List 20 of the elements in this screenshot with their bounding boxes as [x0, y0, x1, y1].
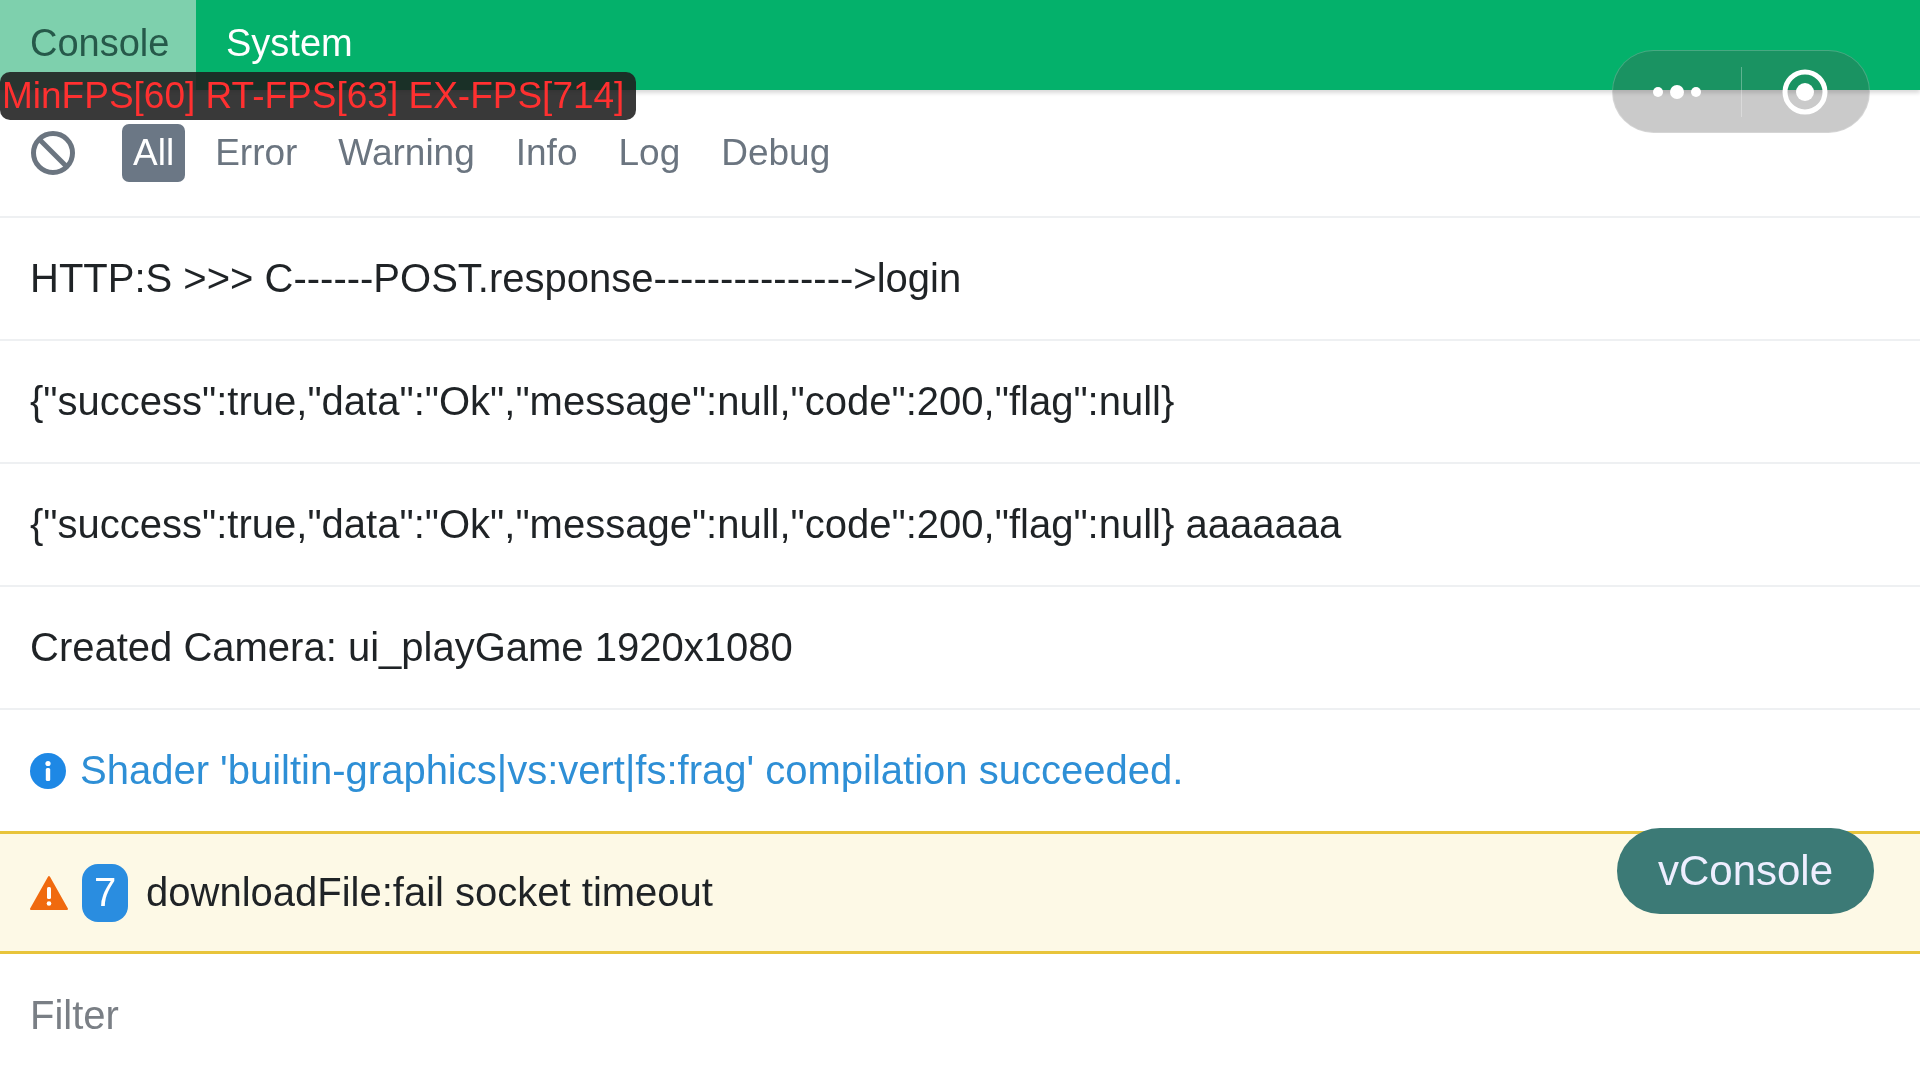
filter-tab[interactable]: Debug	[710, 124, 842, 182]
warning-icon	[30, 874, 68, 911]
log-message: {"success":true,"data":"Ok","message":null,"code":200,"flag":null}	[30, 379, 1175, 424]
filter-tab[interactable]: All	[122, 124, 186, 182]
info-icon	[30, 752, 66, 789]
log-message: Created Camera: ui_playGame 1920x1080	[30, 625, 793, 670]
clear-icon	[30, 130, 76, 176]
filter-tab[interactable]: Error	[204, 124, 309, 182]
log-message: HTTP:S >>> C------POST.response--------------->login	[30, 256, 962, 301]
clear-button[interactable]	[30, 130, 76, 176]
filter-field[interactable]: Filter	[30, 992, 1530, 1038]
log-message: downloadFile:fail socket timeout	[146, 870, 713, 915]
log-message: Shader 'builtin-graphics|vs:vert|fs:frag' compilation succeeded.	[80, 748, 1184, 793]
fps-overlay: MinFPS[60] RT-FPS[63] EX-FPS[714]	[0, 72, 637, 120]
repeat-count-badge: 7	[82, 863, 128, 922]
log-message: {"success":true,"data":"Ok","message":null,"code":200,"flag":null} aaaaaaa	[30, 502, 1342, 547]
filter-tab[interactable]: Log	[607, 124, 692, 182]
vconsole-button[interactable]: vConsole	[1617, 828, 1874, 914]
filter-tab[interactable]: Info	[504, 124, 589, 182]
filter-tab[interactable]: Warning	[327, 124, 486, 182]
